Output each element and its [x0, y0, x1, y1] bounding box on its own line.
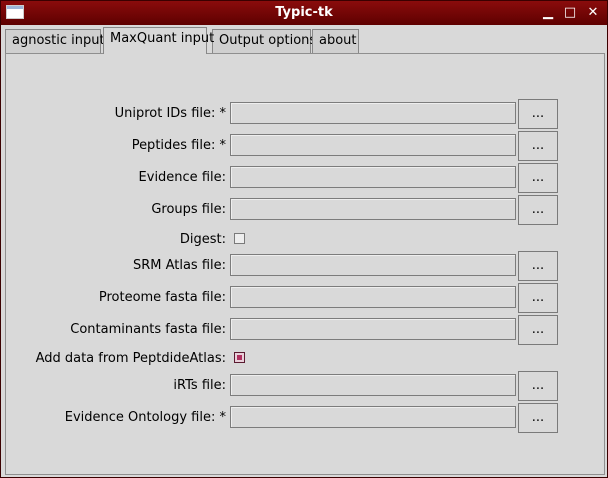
form-row-peptides: Peptides file: * ...	[6, 131, 606, 161]
contaminants-fasta-field[interactable]	[230, 318, 516, 340]
groups-field[interactable]	[230, 198, 516, 220]
evidence-browse-button[interactable]: ...	[518, 163, 558, 193]
app-window: Typic-tk ▁ □ ✕ agnostic input MaxQuant i…	[0, 0, 608, 478]
evidence-label: Evidence file:	[138, 170, 226, 185]
minimize-icon[interactable]: ▁	[539, 4, 557, 22]
window-title: Typic-tk	[275, 5, 333, 20]
uniprot-ids-label: Uniprot IDs file: *	[114, 106, 226, 121]
form-row-digest: Digest:	[6, 226, 606, 254]
title-bar[interactable]: Typic-tk ▁ □ ✕	[1, 1, 607, 25]
evidence-ontology-field[interactable]	[230, 406, 516, 428]
srm-atlas-field[interactable]	[230, 254, 516, 276]
srm-atlas-label: SRM Atlas file:	[132, 258, 226, 273]
groups-browse-button[interactable]: ...	[518, 195, 558, 225]
digest-label: Digest:	[179, 232, 226, 247]
close-icon[interactable]: ✕	[584, 4, 602, 22]
form-row-evidence: Evidence file: ...	[6, 163, 606, 193]
peptideatlas-checkbox[interactable]	[234, 352, 245, 363]
peptides-field[interactable]	[230, 134, 516, 156]
form-row-srm-atlas: SRM Atlas file: ...	[6, 251, 606, 281]
irts-field[interactable]	[230, 374, 516, 396]
maxquant-input-panel: Uniprot IDs file: * ... Peptides file: *…	[5, 53, 605, 475]
proteome-fasta-field[interactable]	[230, 286, 516, 308]
form-row-peptideatlas: Add data from PeptdideAtlas:	[6, 345, 606, 373]
uniprot-ids-browse-button[interactable]: ...	[518, 99, 558, 129]
contaminants-fasta-label: Contaminants fasta file:	[70, 322, 226, 337]
groups-label: Groups file:	[151, 202, 226, 217]
proteome-fasta-browse-button[interactable]: ...	[518, 283, 558, 313]
form-row-groups: Groups file: ...	[6, 195, 606, 225]
proteome-fasta-label: Proteome fasta file:	[98, 290, 226, 305]
evidence-ontology-browse-button[interactable]: ...	[518, 403, 558, 433]
tab-agnostic-input[interactable]: agnostic input	[5, 29, 105, 53]
peptides-label: Peptides file: *	[131, 138, 226, 153]
tab-output-options[interactable]: Output options	[212, 29, 316, 53]
form-row-uniprot-ids: Uniprot IDs file: * ...	[6, 99, 606, 129]
form-row-contaminants-fasta: Contaminants fasta file: ...	[6, 315, 606, 345]
digest-checkbox[interactable]	[234, 233, 245, 244]
evidence-ontology-label: Evidence Ontology file: *	[64, 410, 226, 425]
uniprot-ids-field[interactable]	[230, 102, 516, 124]
peptideatlas-label: Add data from PeptdideAtlas:	[35, 351, 226, 366]
form-row-evidence-ontology: Evidence Ontology file: * ...	[6, 403, 606, 433]
form-row-proteome-fasta: Proteome fasta file: ...	[6, 283, 606, 313]
evidence-field[interactable]	[230, 166, 516, 188]
maximize-icon[interactable]: □	[561, 4, 579, 22]
srm-atlas-browse-button[interactable]: ...	[518, 251, 558, 281]
peptides-browse-button[interactable]: ...	[518, 131, 558, 161]
tab-maxquant-input[interactable]: MaxQuant input	[103, 27, 214, 54]
tab-about[interactable]: about	[312, 29, 359, 53]
irts-browse-button[interactable]: ...	[518, 371, 558, 401]
contaminants-fasta-browse-button[interactable]: ...	[518, 315, 558, 345]
form-row-irts: iRTs file: ...	[6, 371, 606, 401]
irts-label: iRTs file:	[173, 378, 226, 393]
